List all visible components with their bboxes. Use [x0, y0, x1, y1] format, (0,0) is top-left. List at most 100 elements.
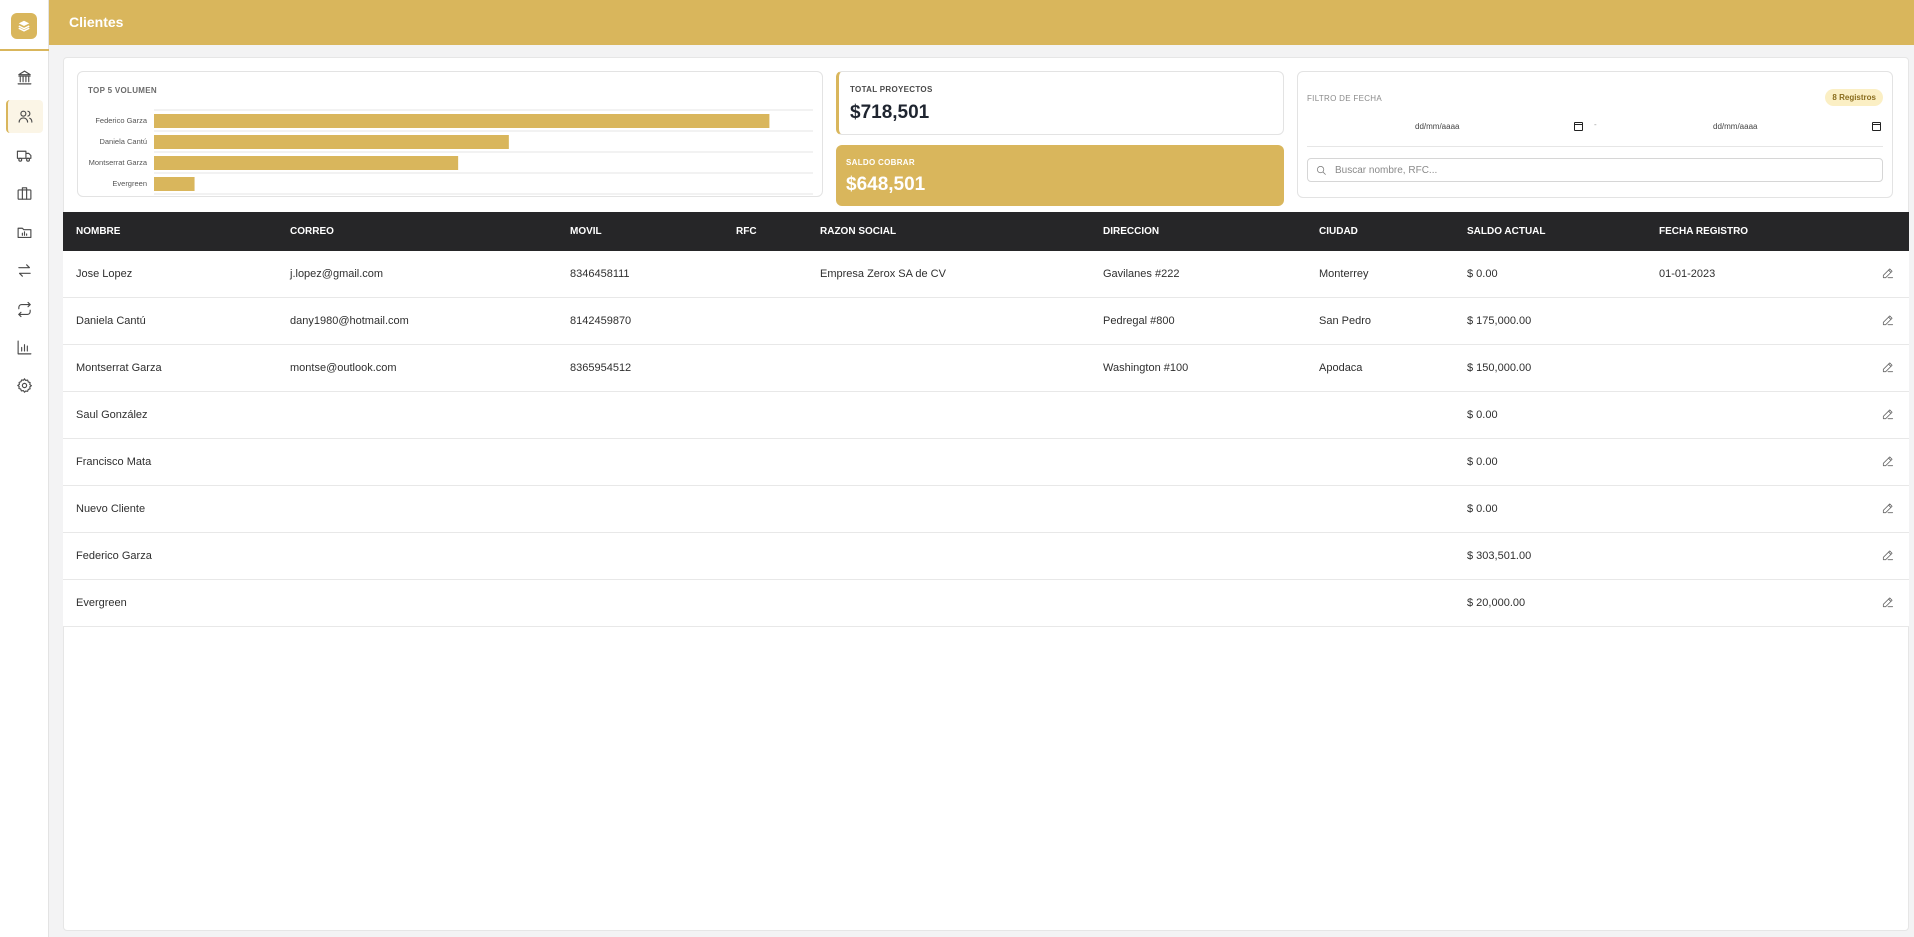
cell-fecha-registro: 01-01-2023 [1659, 268, 1716, 280]
cell-nombre: Evergreen [76, 597, 127, 609]
cell-correo: j.lopez@gmail.com [290, 268, 384, 280]
chart-bar[interactable] [154, 156, 459, 170]
table-row[interactable]: Evergreen $ 20,000.00 [63, 580, 1909, 627]
pencil-icon [1882, 456, 1894, 467]
cell-movil: 8142459870 [570, 315, 632, 327]
cell-direccion: Gavilanes #222 [1103, 268, 1180, 280]
pencil-icon [1882, 362, 1894, 373]
search-box[interactable] [1307, 158, 1883, 182]
sidebar-item-shipping[interactable] [6, 139, 43, 172]
edit-button[interactable] [1881, 360, 1897, 376]
column-header-saldo-actual[interactable]: SALDO ACTUAL [1467, 212, 1546, 251]
sidebar-item-transfers[interactable] [6, 254, 43, 287]
table-row[interactable]: Federico Garza $ 303,501.00 [63, 533, 1909, 580]
column-header-ciudad[interactable]: CIUDAD [1319, 212, 1358, 251]
date-from-placeholder: dd/mm/aaaa [1415, 121, 1460, 131]
folder-chart-icon [17, 227, 32, 239]
cell-movil: 8346458111 [570, 268, 630, 280]
chart-category-label: Daniela Cantú [99, 137, 147, 146]
table-body: Jose Lopez j.lopez@gmail.com 8346458111 Emp… [63, 251, 1909, 627]
logo-underline [0, 49, 49, 51]
sidebar-item-recurring[interactable] [6, 293, 43, 326]
date-filter-label: FILTRO DE FECHA [1307, 94, 1383, 103]
app-logo-icon[interactable] [11, 13, 37, 39]
table-row[interactable]: Montserrat Garza montse@outlook.com 836595… [63, 345, 1909, 392]
top-volume-chart: Federico Garza Daniela Cantú Montserrat Ga… [89, 109, 813, 195]
settings-icon [17, 378, 33, 393]
bar-chart-icon [17, 340, 32, 355]
edit-button[interactable] [1881, 595, 1897, 611]
sidebar-item-clientes[interactable] [6, 100, 43, 133]
column-header-razon-social[interactable]: RAZON SOCIAL [820, 212, 896, 251]
cell-nombre: Francisco Mata [76, 456, 152, 468]
top-header: Clientes [49, 0, 1914, 45]
cell-nombre: Nuevo Cliente [76, 503, 146, 515]
filter-divider [1307, 146, 1883, 147]
cell-saldo-actual: $ 0.00 [1467, 456, 1498, 468]
pencil-icon [1882, 315, 1894, 326]
sidebar-item-reports[interactable] [6, 216, 43, 249]
total-projects-card: TOTAL PROYECTOS $718,501 [836, 71, 1284, 135]
bank-icon [17, 70, 32, 85]
sidebar-item-settings[interactable] [6, 369, 43, 402]
chart-bar[interactable] [154, 135, 509, 149]
records-count-badge: 8 Registros [1825, 89, 1883, 106]
edit-button[interactable] [1881, 454, 1897, 470]
transfer-icon [18, 264, 31, 277]
balance-due-label: SALDO COBRAR [846, 158, 915, 167]
column-header-correo[interactable]: CORREO [290, 212, 334, 251]
calendar-icon[interactable] [1574, 121, 1583, 131]
table-row[interactable]: Nuevo Cliente $ 0.00 [63, 486, 1909, 533]
column-header-fecha-registro[interactable]: FECHA REGISTRO [1659, 212, 1748, 251]
table-row[interactable]: Daniela Cantú dany1980@hotmail.com 8142459… [63, 298, 1909, 345]
cell-saldo-actual: $ 0.00 [1467, 268, 1498, 280]
date-range-separator: - [1594, 120, 1597, 129]
cell-nombre: Federico Garza [76, 550, 152, 562]
total-projects-value: $718,501 [850, 102, 930, 123]
search-input[interactable] [1335, 164, 1855, 176]
table-row[interactable]: Francisco Mata $ 0.00 [63, 439, 1909, 486]
cell-nombre: Montserrat Garza [76, 362, 162, 374]
cell-saldo-actual: $ 303,501.00 [1467, 550, 1532, 562]
cell-direccion: Pedregal #800 [1103, 315, 1175, 327]
top-volume-chart-card: TOP 5 VOLUMEN Federico Garza Daniela Cant… [77, 71, 823, 197]
cell-saldo-actual: $ 0.00 [1467, 409, 1498, 421]
cell-saldo-actual: $ 20,000.00 [1467, 597, 1526, 609]
edit-button[interactable] [1881, 501, 1897, 517]
table-header: NOMBRE CORREO MOVIL RFC RAZON SOCIAL DIR… [63, 212, 1909, 251]
cell-ciudad: Monterrey [1319, 268, 1369, 280]
column-header-movil[interactable]: MOVIL [570, 212, 602, 251]
cell-nombre: Jose Lopez [76, 268, 133, 280]
sidebar-item-bank[interactable] [6, 61, 43, 94]
edit-button[interactable] [1881, 407, 1897, 423]
calendar-icon[interactable] [1872, 121, 1881, 131]
sidebar-item-projects[interactable] [6, 177, 43, 210]
cell-correo: dany1980@hotmail.com [290, 315, 409, 327]
cell-nombre: Daniela Cantú [76, 315, 146, 327]
column-header-rfc[interactable]: RFC [736, 212, 757, 251]
column-header-nombre[interactable]: NOMBRE [76, 212, 120, 251]
table-row[interactable]: Jose Lopez j.lopez@gmail.com 8346458111 Emp… [63, 251, 1909, 298]
chart-bar[interactable] [154, 177, 195, 191]
edit-button[interactable] [1881, 313, 1897, 329]
cell-saldo-actual: $ 0.00 [1467, 503, 1498, 515]
chart-category-label: Montserrat Garza [89, 158, 148, 167]
table-row[interactable]: Saul González $ 0.00 [63, 392, 1909, 439]
date-filter-card: FILTRO DE FECHA 8 Registros dd/mm/aaaa -… [1297, 71, 1893, 198]
balance-due-value: $648,501 [846, 174, 926, 195]
edit-button[interactable] [1881, 266, 1897, 282]
chart-category-label: Federico Garza [95, 116, 148, 125]
sidebar-item-analytics[interactable] [6, 331, 43, 364]
users-icon [18, 110, 33, 123]
edit-button[interactable] [1881, 548, 1897, 564]
date-from-input[interactable]: dd/mm/aaaa [1415, 117, 1583, 135]
date-to-placeholder: dd/mm/aaaa [1713, 121, 1758, 131]
cell-saldo-actual: $ 175,000.00 [1467, 315, 1532, 327]
cell-direccion: Washington #100 [1103, 362, 1189, 374]
cell-correo: montse@outlook.com [290, 362, 397, 374]
column-header-direccion[interactable]: DIRECCION [1103, 212, 1159, 251]
chart-bar[interactable] [154, 114, 770, 128]
date-to-input[interactable]: dd/mm/aaaa [1713, 117, 1881, 135]
cell-saldo-actual: $ 150,000.00 [1467, 362, 1532, 374]
cell-nombre: Saul González [76, 409, 148, 421]
